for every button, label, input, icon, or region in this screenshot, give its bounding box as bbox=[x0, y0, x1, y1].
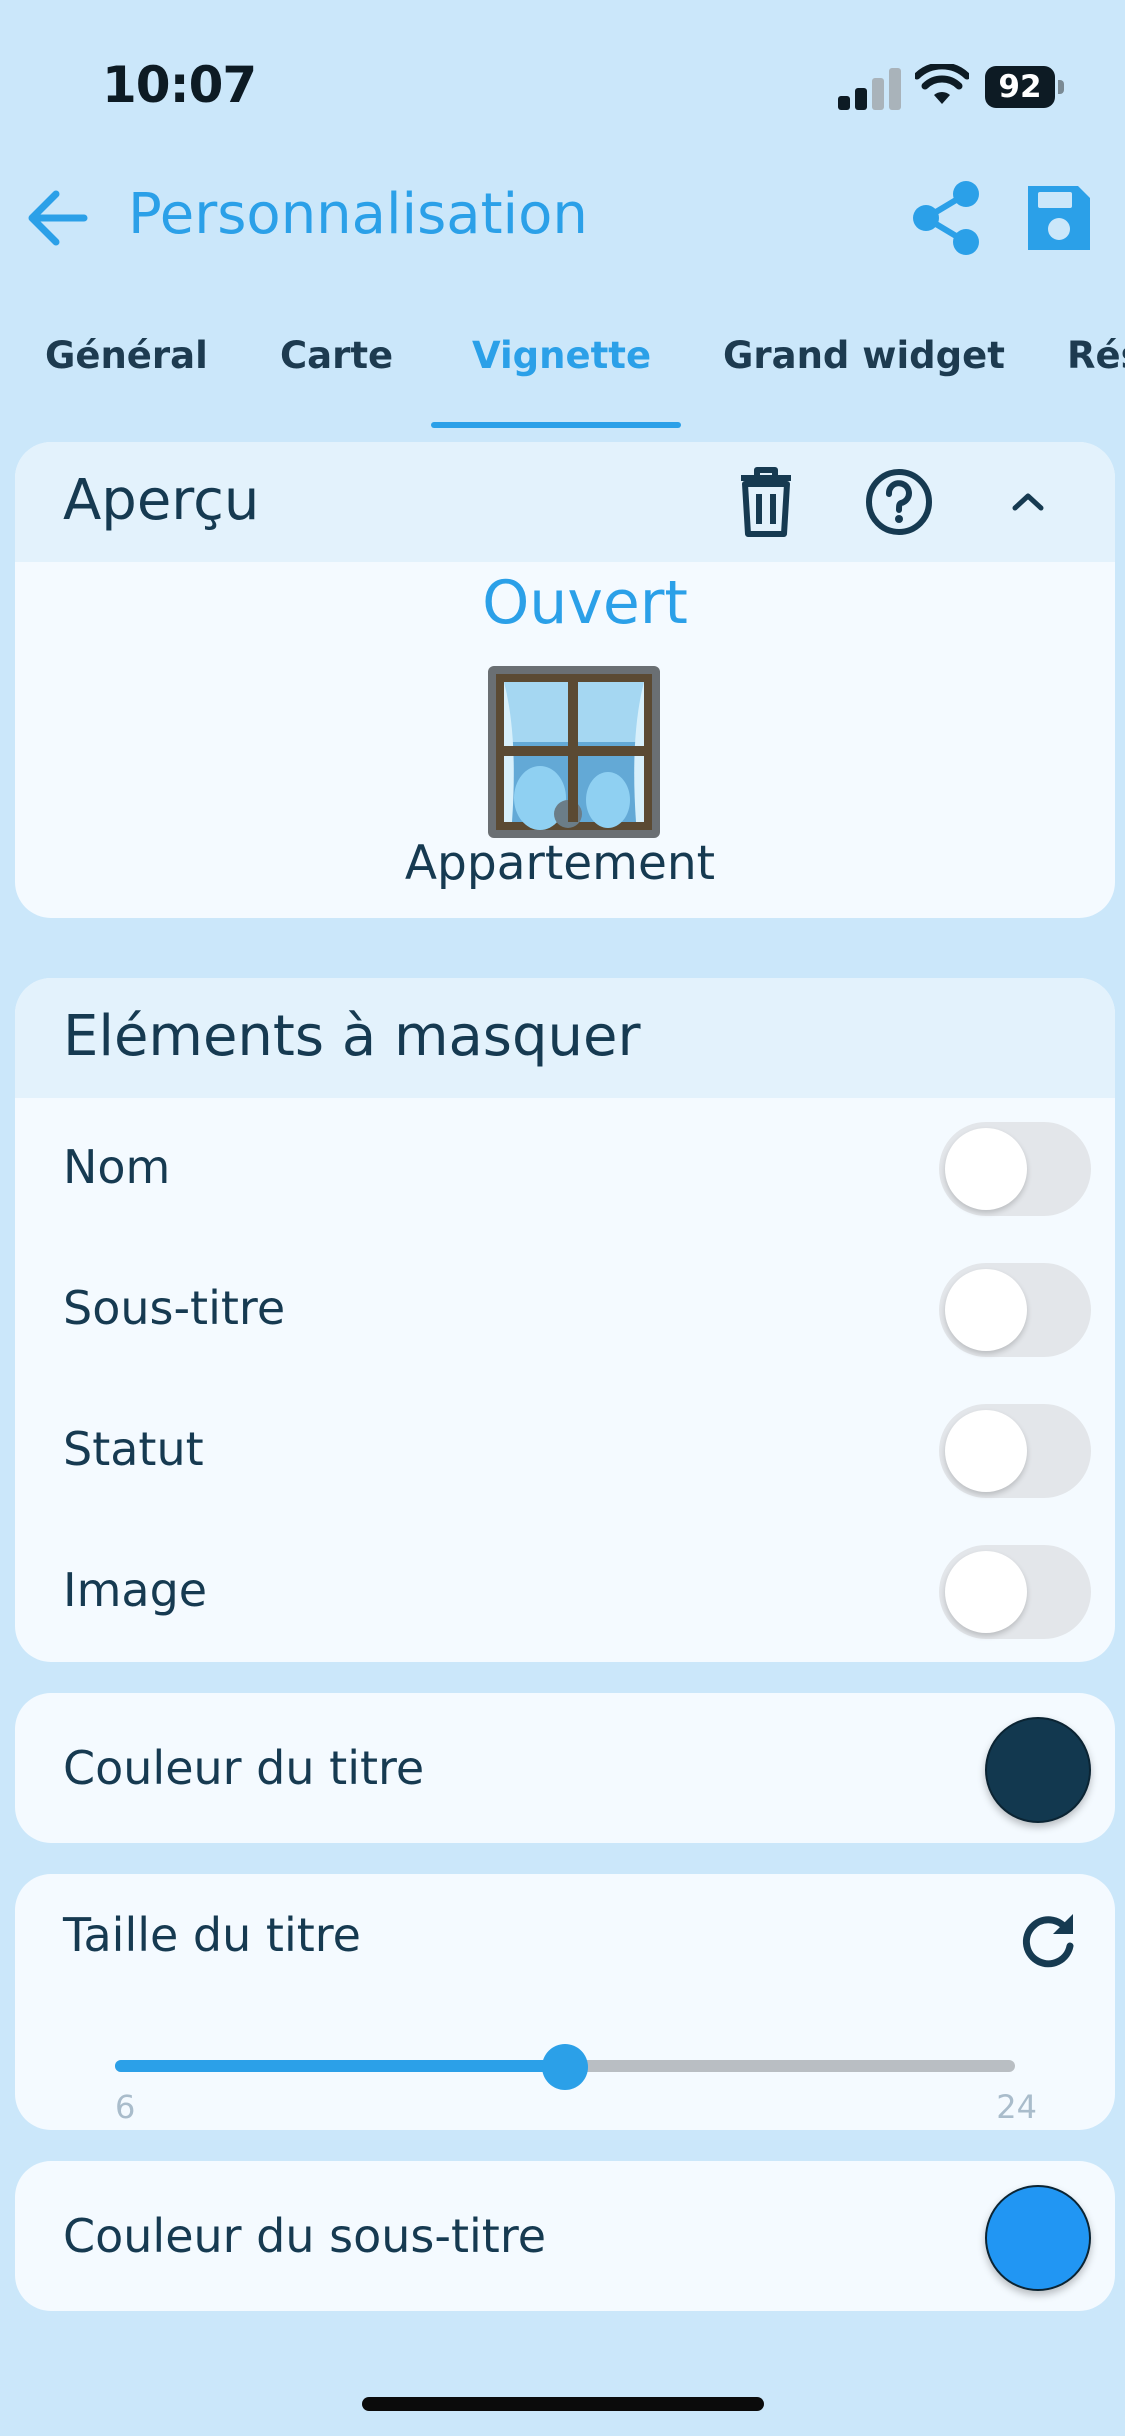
help-button[interactable] bbox=[863, 466, 935, 538]
reset-size-button[interactable] bbox=[1015, 1908, 1081, 1974]
window-icon bbox=[488, 666, 660, 838]
title-size-label: Taille du titre bbox=[63, 1908, 361, 1962]
share-icon bbox=[913, 181, 979, 255]
page-title: Personnalisation bbox=[128, 182, 588, 247]
preview-status: Ouvert bbox=[482, 568, 688, 638]
title-color-card: Couleur du titre bbox=[15, 1693, 1115, 1843]
tab-general[interactable]: Général bbox=[45, 334, 208, 377]
hide-name-label: Nom bbox=[63, 1140, 171, 1194]
arrow-left-icon bbox=[28, 190, 88, 246]
preview-card: Aperçu Ouvert Appartement bbox=[15, 442, 1115, 918]
hide-elements-header: Eléments à masquer bbox=[15, 978, 1115, 1098]
title-color-label: Couleur du titre bbox=[63, 1741, 425, 1795]
preview-title: Aperçu bbox=[63, 468, 260, 533]
wifi-icon bbox=[913, 62, 971, 108]
hide-elements-card: Eléments à masquer Nom Sous-titre Statut… bbox=[15, 978, 1115, 1662]
tab-carte[interactable]: Carte bbox=[280, 334, 393, 377]
preview-card-header[interactable]: Aperçu bbox=[15, 442, 1115, 562]
hide-subtitle-toggle[interactable] bbox=[939, 1263, 1091, 1357]
active-tab-indicator bbox=[431, 422, 681, 428]
hide-name-toggle[interactable] bbox=[939, 1122, 1091, 1216]
hide-image-toggle[interactable] bbox=[939, 1545, 1091, 1639]
cellular-signal-icon bbox=[838, 66, 901, 110]
hide-elements-title: Eléments à masquer bbox=[63, 1004, 641, 1069]
trash-icon bbox=[741, 467, 791, 537]
hide-image-label: Image bbox=[63, 1563, 208, 1617]
slider-min-label: 6 bbox=[115, 2088, 136, 2126]
back-button[interactable] bbox=[24, 184, 92, 252]
chevron-up-icon bbox=[1012, 493, 1044, 511]
preview-device-name: Appartement bbox=[404, 836, 716, 891]
home-indicator bbox=[362, 2397, 764, 2411]
status-time: 10:07 bbox=[102, 56, 257, 114]
hide-subtitle-label: Sous-titre bbox=[63, 1281, 286, 1335]
tab-vignette[interactable]: Vignette bbox=[472, 334, 651, 377]
slider-fill bbox=[115, 2060, 565, 2072]
delete-button[interactable] bbox=[731, 464, 801, 540]
tab-grand-widget[interactable]: Grand widget bbox=[723, 334, 1005, 377]
help-icon bbox=[866, 469, 932, 535]
subtitle-color-label: Couleur du sous-titre bbox=[63, 2209, 547, 2263]
slider-max-label: 24 bbox=[996, 2088, 1037, 2126]
battery-icon: 92 bbox=[985, 66, 1065, 110]
tab-resume[interactable]: Rés bbox=[1067, 334, 1125, 377]
title-size-card: Taille du titre 6 24 bbox=[15, 1874, 1115, 2130]
hide-status-label: Statut bbox=[63, 1422, 204, 1476]
share-button[interactable] bbox=[910, 180, 982, 256]
subtitle-color-card: Couleur du sous-titre bbox=[15, 2161, 1115, 2311]
refresh-icon bbox=[1022, 1914, 1074, 1968]
hide-status-toggle[interactable] bbox=[939, 1404, 1091, 1498]
collapse-button[interactable] bbox=[1005, 478, 1051, 524]
slider-thumb[interactable] bbox=[542, 2044, 588, 2090]
subtitle-color-swatch[interactable] bbox=[985, 2185, 1091, 2291]
save-button[interactable] bbox=[1022, 180, 1096, 256]
battery-level: 92 bbox=[985, 66, 1055, 108]
title-color-swatch[interactable] bbox=[985, 1717, 1091, 1823]
floppy-save-icon bbox=[1028, 186, 1090, 250]
